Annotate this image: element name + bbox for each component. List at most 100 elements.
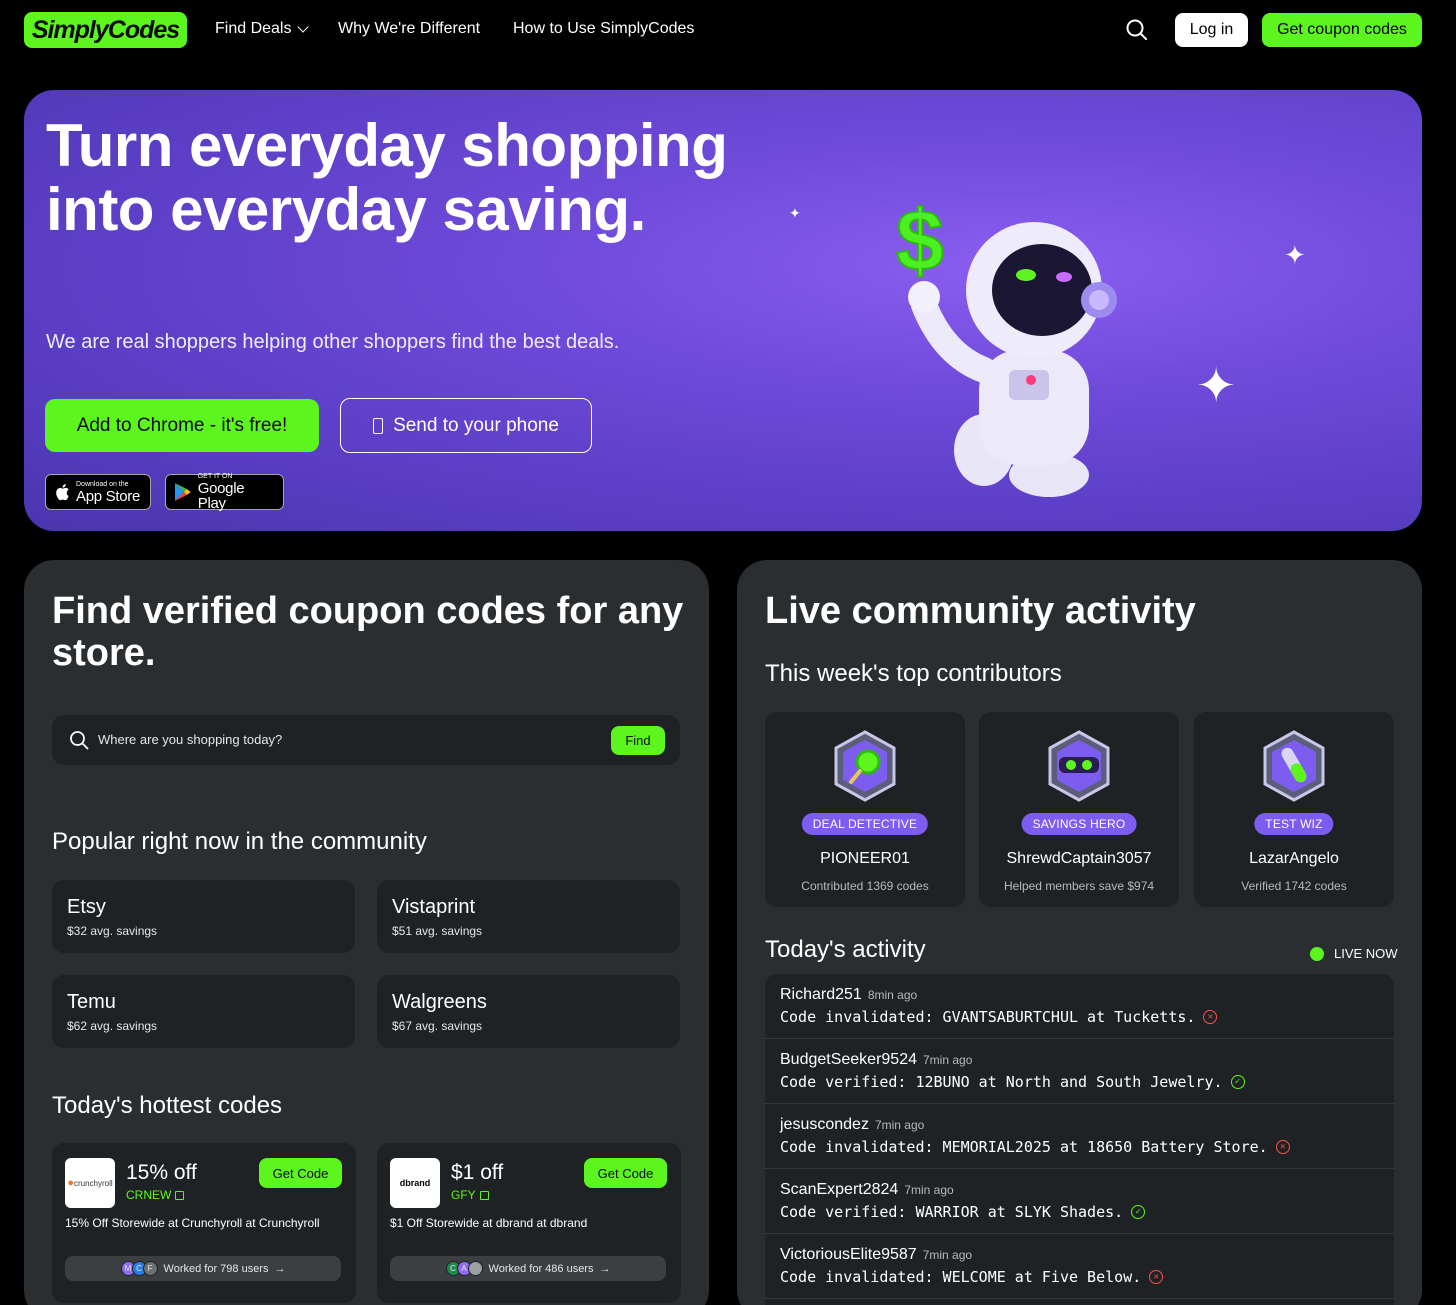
coupon-finder-title: Find verified coupon codes for any store… bbox=[52, 590, 684, 674]
avatar-stack: C A bbox=[445, 1261, 483, 1276]
activity-message: Code invalidated: MEMORIAL2025 at 18650 … bbox=[780, 1138, 1268, 1156]
sparkle-icon: ✦ bbox=[1284, 240, 1306, 270]
activity-time: 7min ago bbox=[923, 1053, 973, 1067]
worked-for-text: Worked for 486 users bbox=[488, 1262, 594, 1275]
coupon-code[interactable]: CRNEW bbox=[126, 1188, 185, 1202]
store-name: Walgreens bbox=[392, 991, 487, 1013]
copy-icon bbox=[175, 1190, 185, 1200]
contributor-card[interactable]: DEAL DETECTIVE PIONEER01 Contributed 136… bbox=[765, 712, 965, 907]
get-code-button[interactable]: Get Code bbox=[584, 1158, 667, 1188]
activity-title: Today's activity bbox=[765, 936, 926, 963]
crunchyroll-logo: ● crunchyroll bbox=[65, 1158, 115, 1208]
live-dot-icon bbox=[1310, 946, 1324, 961]
invalid-x-icon: ✕ bbox=[1203, 1010, 1218, 1024]
store-tile-etsy[interactable]: Etsy $32 avg. savings bbox=[52, 880, 355, 953]
arrow-right-icon: → bbox=[274, 1262, 286, 1275]
worked-for-bar[interactable]: M C F Worked for 798 users → bbox=[65, 1256, 341, 1281]
contributor-badge: DEAL DETECTIVE bbox=[801, 813, 929, 835]
svg-text:$: $ bbox=[896, 193, 944, 289]
phone-icon bbox=[373, 417, 384, 434]
avatar: F bbox=[142, 1261, 158, 1276]
google-play-icon bbox=[174, 483, 191, 501]
store-search-input[interactable]: Where are you shopping today? Find bbox=[52, 715, 680, 765]
invalid-x-icon: ✕ bbox=[1275, 1140, 1290, 1154]
test-tube-icon bbox=[1263, 730, 1325, 802]
code-description: 15% Off Storewide at Crunchyroll at Crun… bbox=[65, 1216, 320, 1230]
store-savings: $51 avg. savings bbox=[392, 924, 483, 938]
activity-time: 7min ago bbox=[904, 1183, 954, 1197]
store-name: Temu bbox=[67, 991, 116, 1013]
live-label: LIVE NOW bbox=[1334, 946, 1398, 961]
store-savings: $62 avg. savings bbox=[67, 1019, 158, 1033]
app-store-badge[interactable]: Download on the App Store bbox=[45, 474, 151, 510]
nav-why-different[interactable]: Why We're Different bbox=[338, 20, 480, 38]
nav-find-deals-label: Find Deals bbox=[215, 20, 292, 37]
worked-for-text: Worked for 798 users bbox=[163, 1262, 269, 1275]
code-card-dbrand: dbrand $1 off GFY Get Code $1 Off Storew… bbox=[377, 1143, 681, 1303]
sparkle-icon: ✦ bbox=[1196, 360, 1237, 413]
get-coupon-codes-button[interactable]: Get coupon codes bbox=[1262, 13, 1422, 47]
activity-message: Code invalidated: GVANTSABURTCHUL at Tuc… bbox=[780, 1008, 1196, 1026]
store-tile-vistaprint[interactable]: Vistaprint $51 avg. savings bbox=[377, 880, 680, 953]
search-icon[interactable] bbox=[1124, 17, 1150, 43]
store-name: Vistaprint bbox=[392, 896, 476, 918]
contributor-stat: Verified 1742 codes bbox=[1241, 879, 1347, 893]
live-indicator: LIVE NOW bbox=[1310, 946, 1398, 961]
hero-subtitle: We are real shoppers helping other shopp… bbox=[46, 331, 620, 353]
search-icon bbox=[70, 731, 89, 750]
contributor-stat: Contributed 1369 codes bbox=[801, 879, 929, 893]
contributors-title: This week's top contributors bbox=[765, 660, 1062, 687]
nav-how-to-use[interactable]: How to Use SimplyCodes bbox=[513, 20, 694, 38]
logo[interactable]: SimplyCodes bbox=[24, 12, 187, 48]
activity-row: ScanExpert2824 7min ago Code verified: WA… bbox=[765, 1169, 1394, 1234]
community-title: Live community activity bbox=[765, 590, 1196, 632]
find-button[interactable]: Find bbox=[611, 726, 665, 755]
code-card-crunchyroll: ● crunchyroll 15% off CRNEW Get Code 15%… bbox=[52, 1143, 356, 1303]
code-description: $1 Off Storewide at dbrand at dbrand bbox=[390, 1216, 588, 1230]
store-tile-temu[interactable]: Temu $62 avg. savings bbox=[52, 975, 355, 1048]
activity-user[interactable]: ScanExpert2824 bbox=[780, 1181, 898, 1198]
dbrand-logo-text: dbrand bbox=[399, 1178, 431, 1188]
google-play-big-text: Google Play bbox=[197, 480, 245, 512]
coupon-code-text: CRNEW bbox=[126, 1188, 172, 1202]
verified-check-icon: ✓ bbox=[1230, 1075, 1245, 1089]
store-savings: $32 avg. savings bbox=[67, 924, 158, 938]
activity-time: 7min ago bbox=[874, 1118, 925, 1132]
magnifier-icon bbox=[834, 730, 896, 802]
activity-user[interactable]: VictoriousElite9587 bbox=[780, 1246, 917, 1263]
get-code-button[interactable]: Get Code bbox=[259, 1158, 342, 1188]
contributor-badge: SAVINGS HERO bbox=[1021, 813, 1137, 835]
search-placeholder: Where are you shopping today? bbox=[98, 732, 283, 747]
coupon-finder-card: Find verified coupon codes for any store… bbox=[24, 560, 709, 1305]
contributor-name: ShrewdCaptain3057 bbox=[1006, 850, 1152, 867]
community-activity-card: Live community activity This week's top … bbox=[737, 560, 1422, 1305]
worked-for-bar[interactable]: C A Worked for 486 users → bbox=[390, 1256, 666, 1281]
nav-find-deals[interactable]: Find Deals bbox=[215, 20, 310, 38]
activity-user[interactable]: jesuscondez bbox=[780, 1116, 869, 1133]
add-to-chrome-button[interactable]: Add to Chrome - it's free! bbox=[45, 399, 319, 452]
activity-message: Code verified: WARRIOR at SLYK Shades. bbox=[780, 1203, 1124, 1221]
activity-time: 7min ago bbox=[922, 1248, 973, 1262]
activity-feed: Richard251 8min ago Code invalidated: GVA… bbox=[765, 974, 1394, 1305]
crunchyroll-logo-text: crunchyroll bbox=[73, 1178, 113, 1188]
activity-message: Code invalidated: WELCOME at Five Below. bbox=[780, 1268, 1142, 1286]
contributor-name: PIONEER01 bbox=[820, 850, 910, 867]
verified-check-icon: ✓ bbox=[1131, 1205, 1146, 1219]
store-name: Etsy bbox=[67, 896, 106, 918]
activity-user[interactable]: Richard251 bbox=[780, 986, 862, 1003]
chevron-down-icon bbox=[297, 21, 310, 33]
google-play-badge[interactable]: GET IT ON Google Play bbox=[165, 473, 284, 512]
contributor-badge: TEST WIZ bbox=[1254, 813, 1334, 835]
activity-user[interactable]: BudgetSeeker9524 bbox=[780, 1051, 917, 1068]
login-button[interactable]: Log in bbox=[1175, 13, 1248, 47]
contributor-card[interactable]: SAVINGS HERO ShrewdCaptain3057 Helped me… bbox=[979, 712, 1179, 907]
avatar-stack: M C F bbox=[120, 1261, 158, 1276]
invalid-x-icon: ✕ bbox=[1149, 1270, 1164, 1284]
activity-row: Richard251 8min ago Code invalidated: GVA… bbox=[765, 974, 1394, 1039]
coupon-code[interactable]: GFY bbox=[451, 1188, 489, 1202]
store-tile-walgreens[interactable]: Walgreens $67 avg. savings bbox=[377, 975, 680, 1048]
apple-icon bbox=[56, 484, 69, 501]
send-to-phone-button[interactable]: Send to your phone bbox=[340, 398, 592, 453]
contributor-card[interactable]: TEST WIZ LazarAngelo Verified 1742 codes bbox=[1194, 712, 1394, 907]
astronaut-illustration: $ bbox=[895, 192, 1117, 497]
